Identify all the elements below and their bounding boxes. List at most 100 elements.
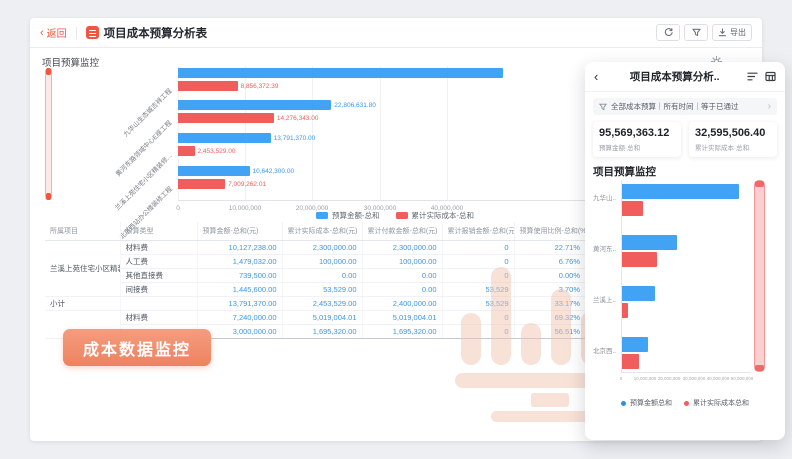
y-axis-category: 黄河东.. (593, 243, 620, 253)
paid-cell: 1,695,320.00 (362, 325, 442, 339)
legend-label: 预算金额总和 (630, 398, 672, 408)
export-label: 导出 (730, 27, 746, 38)
bar-budget (178, 133, 271, 143)
x-axis-tick: 50,000,000 (731, 376, 754, 381)
bar-budget (622, 286, 655, 301)
bar-actual (178, 179, 225, 189)
report-doc-icon (86, 26, 99, 39)
budget-table: 所属项目 预算类型 预算金额-总和(元) 累计实际成本-总和(元) 累计付款金额… (45, 222, 585, 339)
scrollbar-handle-top[interactable] (46, 68, 51, 75)
type-cell (120, 297, 197, 311)
bar-actual (622, 252, 657, 267)
page-title: 项目成本预算分析表 (104, 25, 208, 41)
filter-button[interactable] (684, 24, 708, 41)
subtotal-label-cell: 小计 (45, 297, 120, 311)
refresh-icon (664, 28, 673, 37)
cost-monitor-sticker: 成本数据监控 (63, 329, 211, 366)
gridline (380, 66, 381, 200)
legend-label: 累计实际成本总和 (693, 398, 749, 408)
actual-cell: 5,019,004.01 (282, 311, 362, 325)
table-row: 兰溪上苑住宅小区精装修第... 材料费 10,127,238.00 2,300,… (45, 241, 585, 255)
mobile-preview-panel: ‹ 项目成本预算分析.. 全部成本预算｜所有时间｜等于已通过 › 95,569,… (585, 62, 785, 440)
table-row: 间接费 1,445,600.00 53,529.00 0.00 53,529 3… (45, 283, 585, 297)
stat-label: 累计实际成本·总和 (695, 142, 771, 152)
bar-budget (622, 235, 677, 250)
sort-list-icon[interactable] (747, 71, 758, 82)
back-label: 返回 (47, 25, 67, 40)
reimburse-cell: 0 (442, 325, 514, 339)
bar-value-label: 7,009,262.01 (228, 181, 266, 188)
export-button[interactable]: 导出 (712, 24, 752, 41)
bar-actual (622, 354, 639, 369)
ratio-cell: 6.76% (514, 255, 585, 269)
actual-cell: 1,695,320.00 (282, 325, 362, 339)
y-axis-category: 兰溪上.. (593, 294, 620, 304)
stat-card-budget: 95,569,363.12 预算金额·总和 (593, 122, 681, 157)
bar-actual (178, 146, 195, 156)
reimburse-cell: 53,529 (442, 283, 514, 297)
ratio-cell: 56.51% (514, 325, 585, 339)
bar-value-label: 8,856,372.39 (241, 83, 279, 90)
stat-card-actual: 32,595,506.40 累计实际成本·总和 (689, 122, 777, 157)
paid-cell: 100,000.00 (362, 255, 442, 269)
chart-vertical-scrollbar[interactable] (45, 68, 52, 200)
col-header: 累计付款金额-总和(元) (362, 222, 442, 241)
ratio-cell: 3.70% (514, 283, 585, 297)
panel-section-title: 项目预算监控 (593, 164, 656, 179)
type-cell: 其他直接费 (120, 269, 197, 283)
legend-dot-blue (621, 401, 626, 406)
y-axis-category: 北京西.. (593, 345, 620, 355)
panel-filter-bar[interactable]: 全部成本预算｜所有时间｜等于已通过 › (593, 98, 777, 115)
watermark-stand (531, 393, 569, 407)
panel-title: 项目成本预算分析.. (602, 69, 747, 84)
col-header: 预算使用比例-总和(%) (514, 222, 585, 241)
panel-header: ‹ 项目成本预算分析.. (585, 62, 785, 92)
bar-actual (622, 303, 628, 318)
chart-vertical-scrollbar[interactable] (754, 180, 765, 372)
reimburse-cell: 53,529 (442, 297, 514, 311)
bar-actual (178, 113, 274, 123)
budget-cell: 739,500.00 (197, 269, 282, 283)
bar-budget (622, 337, 648, 352)
type-cell: 间接费 (120, 283, 197, 297)
scrollbar-handle-bottom[interactable] (755, 365, 764, 371)
y-axis-category: 黄河东路领域中心E座工程 (113, 117, 174, 178)
actual-cell: 2,300,000.00 (282, 241, 362, 255)
legend-dot-red (684, 401, 689, 406)
col-header: 累计实际成本-总和(元) (282, 222, 362, 241)
bar-budget (178, 100, 331, 110)
back-chevron-icon: ‹ (40, 28, 44, 38)
x-axis-tick: 30,000,000 (683, 376, 706, 381)
stat-value: 95,569,363.12 (599, 127, 675, 139)
bar-value-label: 13,791,370.00 (274, 135, 316, 142)
x-axis-tick: 20,000,000 (658, 376, 681, 381)
budget-cell: 1,479,032.00 (197, 255, 282, 269)
scrollbar-handle-top[interactable] (755, 181, 764, 187)
legend-item-budget: 预算金额总和 (621, 398, 672, 408)
paid-cell: 0.00 (362, 283, 442, 297)
bar-value-label: 10,642,300.00 (253, 168, 295, 175)
table-header-row: 所属项目 预算类型 预算金额-总和(元) 累计实际成本-总和(元) 累计付款金额… (45, 222, 585, 241)
bar-value-label: 22,806,631.80 (334, 102, 376, 109)
x-axis-tick: 10,000,000 (634, 376, 657, 381)
panel-back-button[interactable]: ‹ (594, 71, 598, 83)
legend-label: 累计实际成本-总和 (412, 210, 475, 221)
ratio-cell: 0.00% (514, 269, 585, 283)
panel-bar-chart: 九华山.. 黄河东.. 兰溪上.. 北京西.. 0 10,000,000 20,… (593, 180, 777, 390)
refresh-button[interactable] (656, 24, 680, 41)
budget-cell: 10,127,238.00 (197, 241, 282, 255)
chevron-right-icon: › (768, 102, 771, 112)
type-cell: 材料费 (120, 241, 197, 255)
funnel-icon (599, 103, 607, 111)
back-button[interactable]: ‹ 返回 (40, 25, 67, 40)
type-cell: 人工费 (120, 255, 197, 269)
legend-item-actual: 累计实际成本总和 (684, 398, 749, 408)
topbar-divider (76, 27, 77, 39)
ratio-cell: 33.17% (514, 297, 585, 311)
scrollbar-handle-bottom[interactable] (46, 193, 51, 200)
table-grid-icon[interactable] (765, 71, 776, 82)
actual-cell: 0.00 (282, 269, 362, 283)
filter-summary: 全部成本预算｜所有时间｜等于已通过 (611, 101, 764, 112)
gridline (312, 66, 313, 200)
budget-cell: 13,791,370.00 (197, 297, 282, 311)
